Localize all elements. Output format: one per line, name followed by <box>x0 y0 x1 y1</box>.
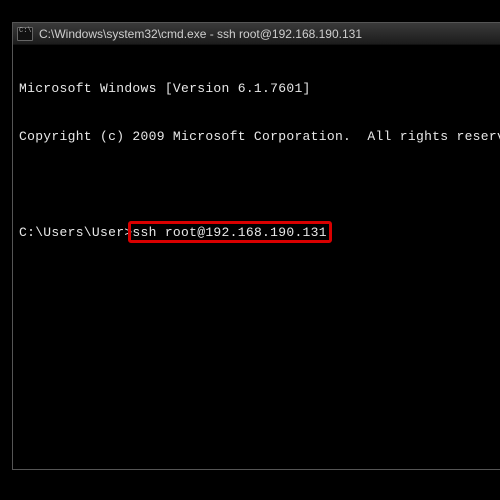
blank-line <box>19 177 500 193</box>
banner-line-1: Microsoft Windows [Version 6.1.7601] <box>19 81 500 97</box>
cmd-icon <box>17 27 33 41</box>
text-cursor <box>327 226 335 240</box>
console-area[interactable]: Microsoft Windows [Version 6.1.7601] Cop… <box>13 45 500 277</box>
prompt-line: C:\Users\User>ssh root@192.168.190.131 <box>19 225 500 241</box>
banner-line-2: Copyright (c) 2009 Microsoft Corporation… <box>19 129 500 145</box>
typed-command: ssh root@192.168.190.131 <box>132 225 326 240</box>
titlebar[interactable]: C:\Windows\system32\cmd.exe - ssh root@1… <box>13 23 500 45</box>
prompt-text: C:\Users\User> <box>19 225 132 240</box>
window-title: C:\Windows\system32\cmd.exe - ssh root@1… <box>39 27 362 41</box>
cmd-window: C:\Windows\system32\cmd.exe - ssh root@1… <box>12 22 500 470</box>
